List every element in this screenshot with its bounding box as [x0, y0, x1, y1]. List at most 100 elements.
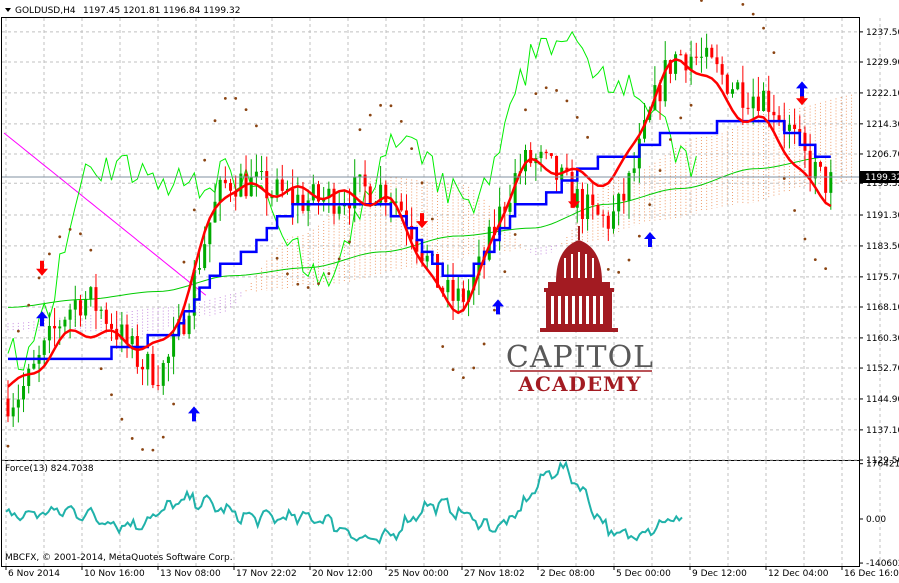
sar-dot [617, 270, 621, 274]
candle-body [203, 244, 207, 269]
time-tick-label: 12 Dec 04:00 [768, 569, 829, 579]
force-label: Force(13) 824.7038 [5, 464, 94, 474]
sar-dot [606, 267, 610, 271]
sar-dot [223, 96, 227, 100]
time-tick-label: 6 Nov 2014 [8, 569, 60, 579]
candle-body [622, 193, 626, 201]
candle-body [596, 205, 600, 215]
sar-dot [161, 435, 165, 439]
candle-body [606, 215, 610, 229]
sar-dot [544, 86, 548, 90]
candle-body [291, 188, 295, 206]
time-tick-label: 27 Nov 18:02 [464, 569, 525, 579]
candle-body [611, 211, 615, 229]
candle-body [580, 188, 584, 220]
chart-menu-icon[interactable] [5, 8, 11, 12]
candle-body [53, 325, 57, 329]
sar-dot [68, 228, 72, 231]
logo-line2: ACADEMY [518, 372, 642, 396]
candle-body [11, 407, 15, 417]
price-axis: 1237.50 1229.90 1222.10 1214.30 1206.70 1199.… [859, 28, 899, 466]
candle-body [110, 323, 113, 329]
candle-body [22, 385, 26, 400]
sar-dot [637, 234, 641, 238]
sar-dot [669, 138, 672, 141]
candle-body [384, 184, 388, 203]
trading-chart[interactable]: GOLDUSD,H4 1197.45 1201.81 1196.84 1199.… [0, 0, 899, 580]
candle-body [42, 340, 46, 355]
sar-dot [524, 108, 527, 112]
sar-dot [37, 276, 41, 280]
candle-body [47, 325, 51, 341]
time-tick-label: 10 Nov 16:00 [84, 569, 145, 579]
price-tick-label: 1214.30 [866, 120, 899, 130]
sar-dot [410, 147, 414, 151]
candle-body [741, 82, 745, 108]
candle-body [156, 385, 160, 387]
sar-dot [462, 376, 465, 379]
time-tick-label: 20 Nov 12:00 [312, 569, 373, 579]
sar-dot [182, 260, 186, 264]
sar-dot [648, 203, 652, 207]
force-tick-label: 0.00 [866, 515, 886, 525]
price-tick-label: 1206.70 [866, 150, 899, 160]
price-tick-label: 1237.50 [866, 28, 899, 38]
sar-dot [534, 92, 538, 96]
chart-canvas[interactable]: GOLDUSD,H4 1197.45 1201.81 1196.84 1199.… [0, 0, 899, 580]
candle-body [187, 315, 191, 335]
candle-body [679, 54, 683, 56]
candle-body [736, 82, 740, 90]
sar-dot [27, 303, 31, 307]
candle-body [249, 176, 253, 197]
sar-dot [503, 270, 507, 274]
candle-body [135, 336, 139, 367]
candle-body [829, 172, 833, 193]
candle-body [787, 124, 791, 131]
candle-body [451, 279, 455, 301]
candle-body [130, 336, 134, 345]
candle-body [6, 398, 10, 417]
sar-dot [306, 286, 310, 289]
time-axis: 6 Nov 2014 10 Nov 16:00 13 Nov 08:00 17 Nov… [5, 566, 899, 579]
chart-ohlc: 1197.45 1201.81 1196.84 1199.32 [83, 6, 240, 16]
candle-body [715, 57, 719, 65]
candle-body [68, 309, 72, 320]
sar-dot [782, 177, 786, 180]
candle-body [161, 362, 165, 386]
candle-body [275, 179, 279, 195]
candle-body [223, 179, 227, 183]
candle-body [813, 161, 817, 179]
sar-dot [244, 108, 248, 112]
sar-dot [751, 12, 755, 16]
sar-dot [141, 448, 144, 451]
price-tick-label: 1152.70 [866, 364, 899, 374]
candle-body [368, 186, 372, 206]
sar-dot [120, 417, 124, 421]
candle-body [78, 300, 82, 316]
sar-dot [741, 2, 745, 6]
candle-body [311, 184, 315, 201]
candle-body [197, 268, 201, 270]
force-plot-area[interactable] [1, 460, 860, 567]
sar-dot [586, 135, 589, 139]
candle-body [16, 399, 20, 408]
candle-body [705, 47, 709, 57]
main-plot-area[interactable] [1, 17, 860, 461]
price-tick-label: 1175.70 [866, 273, 899, 283]
sar-dot [513, 233, 517, 236]
candle-body [803, 132, 807, 151]
time-tick-label: 17 Nov 22:02 [236, 569, 297, 579]
sar-dot [679, 116, 683, 120]
sar-dot [327, 272, 331, 275]
candle-body [363, 174, 367, 187]
sar-dot [793, 209, 796, 212]
force-tick-label: -140602.7 [866, 559, 899, 569]
candle-body [601, 214, 605, 216]
force-tick-label: 176421.8 [866, 460, 899, 470]
candle-body [777, 115, 781, 121]
sar-dot [689, 103, 693, 107]
sar-dot [203, 158, 207, 162]
sar-dot [772, 51, 776, 55]
sar-dot [89, 248, 93, 252]
candle-body [461, 288, 465, 302]
